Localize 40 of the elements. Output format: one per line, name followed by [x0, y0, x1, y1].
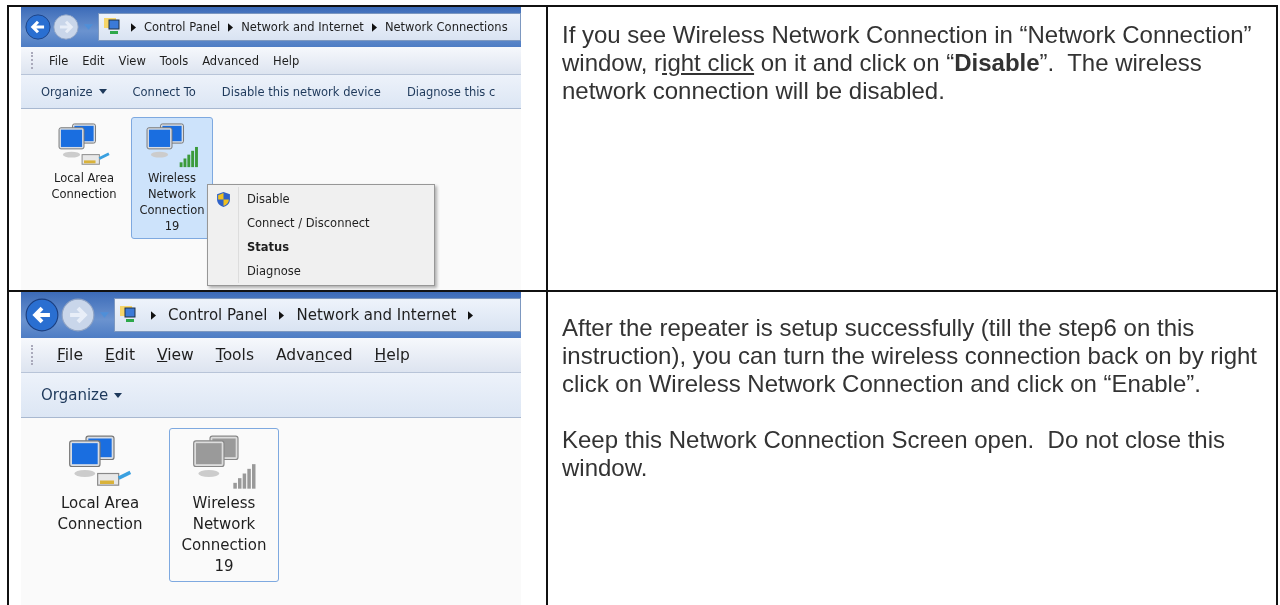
chevron-icon — [279, 310, 285, 320]
network-connection-item[interactable]: Local Area Connection — [43, 117, 125, 207]
breadcrumb[interactable]: Network and Internet — [241, 20, 364, 34]
context-menu-item[interactable]: Diagnose — [208, 259, 434, 283]
breadcrumb[interactable]: Control Panel — [144, 20, 221, 34]
chevron-icon — [468, 310, 474, 320]
chevron-icon — [151, 310, 156, 320]
instruction-text: If you see Wireless Network Connection in “Network Connection” window, right click on it and click on “Disable”. The wireless network connection will be disabled. — [562, 21, 1253, 105]
menu-item[interactable]: Tools — [215, 346, 254, 364]
breadcrumb[interactable]: Network and Internet — [296, 306, 457, 324]
chevron-icon — [131, 22, 136, 32]
menu-item[interactable]: View — [118, 53, 146, 68]
toolbar-button[interactable]: Connect To — [124, 82, 206, 101]
network-connection-item[interactable]: Wireless Network Connection 19 — [131, 117, 213, 239]
control-panel-icon — [119, 305, 139, 325]
menu-item[interactable]: Help — [273, 53, 300, 68]
chevron-icon — [371, 22, 377, 32]
menu-item[interactable]: File — [57, 346, 83, 364]
instruction-text: After the repeater is setup successfully (till the step6 on this instruction), you can turn the wireless connection back on by right click on Wireless Network Connection and click on “Enable”. — [562, 314, 1259, 398]
chevron-icon — [228, 22, 234, 32]
breadcrumb[interactable]: Network Connections — [384, 20, 508, 34]
toolbar-button[interactable]: Organize — [33, 82, 117, 101]
menu-item[interactable]: Help — [374, 346, 410, 364]
menu-item[interactable]: Edit — [82, 53, 105, 68]
menu-item[interactable]: Advanced — [202, 53, 259, 68]
network-connection-item[interactable]: Local Area Connection — [45, 428, 155, 540]
breadcrumb[interactable]: Control Panel — [168, 306, 268, 324]
menu-item[interactable]: Tools — [159, 53, 189, 68]
address-bar[interactable]: Control Panel Network and Internet — [114, 298, 521, 332]
shield-icon — [216, 191, 230, 207]
instruction-text: Keep this Network Connection Screen open. Do not close this window. — [562, 426, 1227, 482]
menu-item[interactable]: View — [157, 346, 194, 364]
toolbar-button[interactable]: Organize — [33, 384, 133, 406]
menu-item[interactable]: Advanced — [276, 346, 353, 364]
address-bar[interactable]: Control Panel Network and Internet Network Connections — [98, 13, 521, 41]
menu-item[interactable]: Edit — [104, 346, 135, 364]
control-panel-icon — [103, 17, 123, 37]
toolbar-button[interactable]: Disable this network device — [213, 82, 391, 101]
toolbar-button[interactable]: Diagnose this c — [398, 82, 506, 101]
menu-item[interactable]: File — [49, 53, 69, 68]
